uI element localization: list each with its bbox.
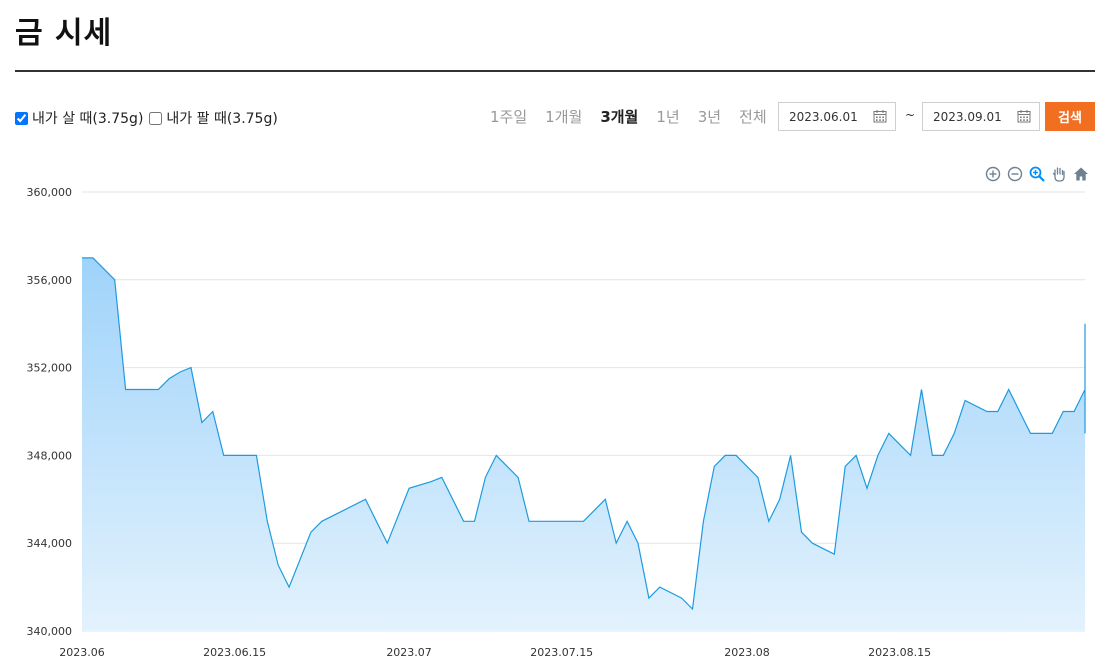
y-tick-label: 344,000 bbox=[27, 537, 73, 550]
y-axis: 340,000 344,000 348,000 352,000 356,000 360,0… bbox=[27, 186, 73, 638]
gold-price-chart: 340,000 344,000 348,000 352,000 356,000 360,0… bbox=[27, 186, 1086, 659]
y-tick-label: 348,000 bbox=[27, 449, 73, 462]
x-tick-label: 2023.07.15 bbox=[530, 646, 593, 659]
y-tick-label: 356,000 bbox=[27, 274, 73, 287]
x-tick-label: 2023.08.15 bbox=[868, 646, 931, 659]
zoom-out-icon[interactable] bbox=[1006, 165, 1024, 183]
chart-toolbar bbox=[980, 165, 1090, 183]
y-tick-label: 360,000 bbox=[27, 186, 73, 199]
reset-home-icon[interactable] bbox=[1072, 165, 1090, 183]
y-tick-label: 340,000 bbox=[27, 625, 73, 638]
x-tick-label: 2023.06 bbox=[59, 646, 105, 659]
x-tick-label: 2023.08 bbox=[724, 646, 770, 659]
x-tick-label: 2023.06.15 bbox=[203, 646, 266, 659]
y-tick-label: 352,000 bbox=[27, 362, 73, 375]
selection-zoom-icon[interactable] bbox=[1028, 165, 1046, 183]
x-tick-label: 2023.07 bbox=[386, 646, 432, 659]
price-area-fill bbox=[82, 257, 1085, 631]
x-axis: 2023.06 2023.06.15 2023.07 2023.07.15 2023.0… bbox=[59, 646, 931, 659]
pan-icon[interactable] bbox=[1050, 165, 1068, 183]
zoom-in-icon[interactable] bbox=[984, 165, 1002, 183]
